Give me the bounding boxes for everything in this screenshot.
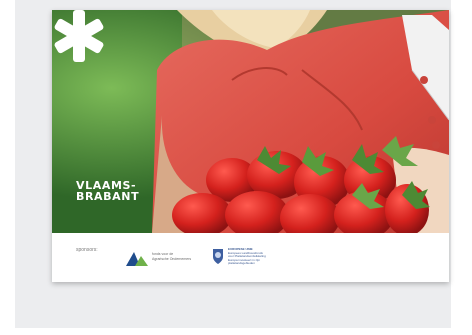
sponsors-label: sponsors: (76, 247, 98, 253)
triangle-logo-icon[interactable] (126, 252, 148, 266)
brand-wordmark: VLAAMS- BRABANT (76, 180, 139, 202)
brand-line-2: BRABANT (76, 190, 140, 203)
strawberry-photo: VLAAMS- BRABANT (52, 10, 449, 233)
sponsor-1-text: fonds voor de Agrarische Ondernemers (152, 252, 191, 262)
crest-icon[interactable] (212, 247, 224, 265)
sponsors-bar: sponsors: fonds voor de Agrarische Onder… (52, 233, 449, 282)
poster-card[interactable]: VLAAMS- BRABANT sponsors: fonds voor de … (52, 10, 449, 282)
asterisk-star-logo-icon (54, 10, 104, 62)
sponsor-2-text: EUROPESE UNIE Europees Landbouwfonds voo… (228, 247, 266, 266)
sponsor-1-line-2: Agrarische Ondernemers (152, 257, 192, 261)
sponsor-2-line-5: plattelandsgebieden (228, 261, 255, 266)
